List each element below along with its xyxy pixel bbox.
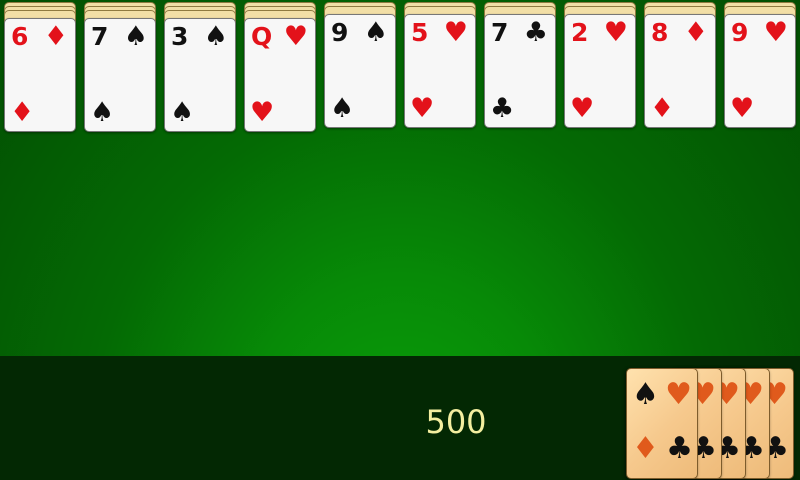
heart-icon: ♥ <box>665 377 692 412</box>
card-rank: 9 <box>731 18 748 47</box>
spade-icon: ♠ <box>203 21 228 52</box>
spade-icon: ♠ <box>632 377 659 412</box>
heart-icon: ♥ <box>730 93 755 124</box>
stock-card: ♠ ♥ ♦ ♣ <box>626 368 698 479</box>
spade-icon: ♠ <box>90 97 115 128</box>
club-icon: ♣ <box>523 17 548 48</box>
card-rank: 7 <box>91 22 108 51</box>
solitaire-game: { "game": "spider-solitaire", "score": "… <box>0 0 800 480</box>
card-rank: 8 <box>651 18 668 47</box>
face-up-card[interactable]: 7 ♣ ♣ <box>484 14 556 128</box>
card-rank: Q <box>251 22 272 51</box>
face-up-card[interactable]: 8 ♦ ♦ <box>644 14 716 128</box>
face-up-card[interactable]: Q ♥ ♥ <box>244 18 316 132</box>
face-up-card[interactable]: 5 ♥ ♥ <box>404 14 476 128</box>
diamond-icon: ♦ <box>632 431 659 466</box>
diamond-icon: ♦ <box>10 97 35 128</box>
card-rank: 6 <box>11 22 28 51</box>
card-rank: 9 <box>331 18 348 47</box>
diamond-icon: ♦ <box>43 21 68 52</box>
heart-icon: ♥ <box>763 17 788 48</box>
card-rank: 7 <box>491 18 508 47</box>
face-up-card[interactable]: 6 ♦ ♦ <box>4 18 76 132</box>
face-up-card[interactable]: 9 ♠ ♠ <box>324 14 396 128</box>
card-rank: 5 <box>411 18 428 47</box>
heart-icon: ♥ <box>570 93 595 124</box>
heart-icon: ♥ <box>283 21 308 52</box>
tableau: 6 ♦ ♦ 7 ♠ ♠ 3 ♠ ♠ Q ♥ ♥ 9 ♠ ♠ 5 ♥ ♥ 7 ♣ … <box>0 0 800 140</box>
face-up-card[interactable]: 2 ♥ ♥ <box>564 14 636 128</box>
face-up-card[interactable]: 3 ♠ ♠ <box>164 18 236 132</box>
face-up-card[interactable]: 9 ♥ ♥ <box>724 14 796 128</box>
face-up-card[interactable]: 7 ♠ ♠ <box>84 18 156 132</box>
heart-icon: ♥ <box>250 97 275 128</box>
spade-icon: ♠ <box>330 93 355 124</box>
card-rank: 2 <box>571 18 588 47</box>
score-display: 500 <box>425 403 487 441</box>
spade-icon: ♠ <box>363 17 388 48</box>
club-icon: ♣ <box>490 93 515 124</box>
heart-icon: ♥ <box>410 93 435 124</box>
spade-icon: ♠ <box>170 97 195 128</box>
diamond-icon: ♦ <box>683 17 708 48</box>
heart-icon: ♥ <box>603 17 628 48</box>
diamond-icon: ♦ <box>650 93 675 124</box>
spade-icon: ♠ <box>123 21 148 52</box>
stock-pile[interactable]: ♠ ♥ ♦ ♣ ♠ ♥ ♦ ♣ ♠ ♥ ♦ ♣ ♠ ♥ ♦ ♣ ♠ ♥ ♦ ♣ <box>626 368 794 479</box>
heart-icon: ♥ <box>443 17 468 48</box>
card-rank: 3 <box>171 22 188 51</box>
club-icon: ♣ <box>666 431 693 466</box>
